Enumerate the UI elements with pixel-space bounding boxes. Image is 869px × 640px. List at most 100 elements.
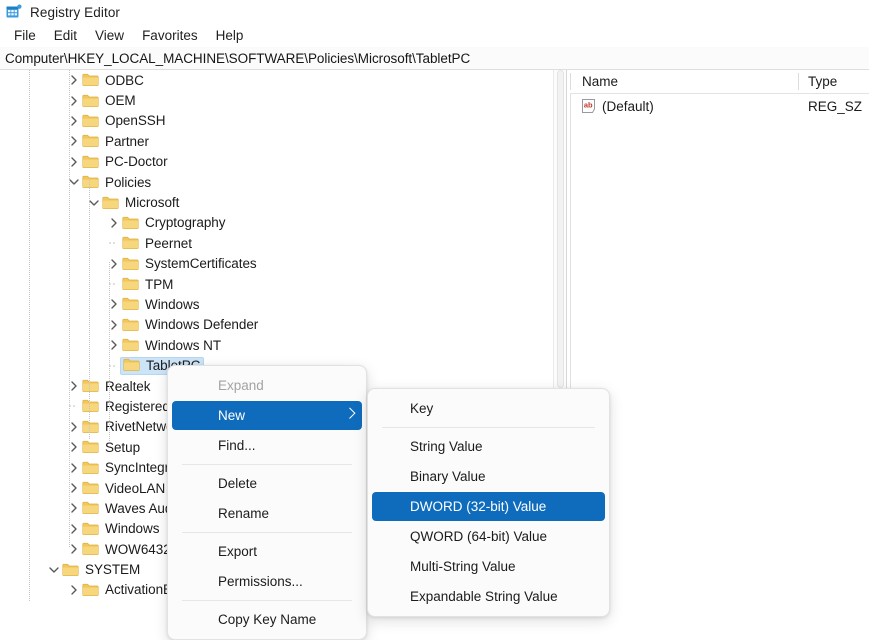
title-bar: Registry Editor xyxy=(0,0,869,24)
new-submenu-item-multi-string-value[interactable]: Multi-String Value xyxy=(372,552,605,581)
menu-item-label: QWORD (64-bit) Value xyxy=(410,529,547,544)
tree-item-oem[interactable]: OEM xyxy=(0,90,553,110)
folder-icon xyxy=(122,216,139,230)
registry-editor-icon xyxy=(6,4,22,20)
tree-item-label: Policies xyxy=(105,175,151,190)
table-row[interactable]: ab (Default) REG_SZ xyxy=(570,94,869,118)
context-menu: ExpandNewFind...DeleteRenameExportPermis… xyxy=(167,365,367,640)
folder-icon xyxy=(122,297,139,311)
tree-item-label: Registered xyxy=(105,399,170,414)
context-menu-item-new[interactable]: New xyxy=(172,401,362,430)
context-menu-item-find[interactable]: Find... xyxy=(172,431,362,460)
tree-item-content: Windows NT xyxy=(122,338,221,353)
folder-icon xyxy=(82,501,99,515)
menu-item-label: Export xyxy=(218,544,257,559)
tree-item-peernet[interactable]: Peernet xyxy=(0,233,553,253)
tree-item-content: OpenSSH xyxy=(82,113,165,128)
folder-icon xyxy=(122,277,139,291)
tree-item-content: Waves Aud xyxy=(82,501,172,516)
folder-icon xyxy=(122,257,139,271)
new-submenu-item-expandable-string-value[interactable]: Expandable String Value xyxy=(372,582,605,611)
tree-item-label: Cryptography xyxy=(145,215,225,230)
tree-item-label: SystemCertificates xyxy=(145,256,257,271)
context-menu-item-export[interactable]: Export xyxy=(172,537,362,566)
menu-item-label: String Value xyxy=(410,439,483,454)
tree-item-openssh[interactable]: OpenSSH xyxy=(0,111,553,131)
tree-item-tpm[interactable]: TPM xyxy=(0,274,553,294)
menu-item-label: Key xyxy=(410,401,433,416)
context-menu-item-rename[interactable]: Rename xyxy=(172,499,362,528)
folder-icon xyxy=(82,399,99,413)
new-submenu-item-qword-64-bit-value[interactable]: QWORD (64-bit) Value xyxy=(372,522,605,551)
value-type-cell: REG_SZ xyxy=(798,99,862,114)
tree-item-content: WOW6432 xyxy=(82,542,171,557)
column-header-type[interactable]: Type xyxy=(798,74,837,89)
tree-item-label: WOW6432 xyxy=(105,542,171,557)
chevron-right-icon[interactable] xyxy=(66,582,82,598)
folder-icon xyxy=(122,318,139,332)
new-submenu-item-dword-32-bit-value[interactable]: DWORD (32-bit) Value xyxy=(372,492,605,521)
tree-item-content: SYSTEM xyxy=(62,562,140,577)
chevron-down-icon[interactable] xyxy=(46,562,62,578)
new-submenu-item-binary-value[interactable]: Binary Value xyxy=(372,462,605,491)
folder-icon xyxy=(82,94,99,108)
tree-item-label: Realtek xyxy=(105,379,150,394)
tree-item-microsoft[interactable]: Microsoft xyxy=(0,192,553,212)
tree-item-windows-nt[interactable]: Windows NT xyxy=(0,335,553,355)
tree-item-content: RivetNetwo xyxy=(82,419,174,434)
menu-help[interactable]: Help xyxy=(207,26,253,45)
tree-item-label: OpenSSH xyxy=(105,113,165,128)
tree-item-windows[interactable]: Windows xyxy=(0,294,553,314)
value-name-text: (Default) xyxy=(602,99,654,114)
tree-item-windows-defender[interactable]: Windows Defender xyxy=(0,315,553,335)
tree-item-content: Policies xyxy=(82,175,151,190)
chevron-right-icon[interactable] xyxy=(106,215,122,231)
address-bar[interactable]: Computer\HKEY_LOCAL_MACHINE\SOFTWARE\Pol… xyxy=(0,47,869,70)
tree-item-label: Windows Defender xyxy=(145,317,258,332)
tree-item-label: VideoLAN xyxy=(105,481,165,496)
context-menu-item-copy-key-name[interactable]: Copy Key Name xyxy=(172,605,362,634)
new-submenu-item-key[interactable]: Key xyxy=(372,394,605,423)
menu-view[interactable]: View xyxy=(86,26,133,45)
tree-item-label: RivetNetwo xyxy=(105,419,174,434)
tree-item-content: Registered xyxy=(82,399,170,414)
menu-file[interactable]: File xyxy=(5,26,45,45)
menu-edit[interactable]: Edit xyxy=(45,26,86,45)
tree-item-systemcertificates[interactable]: SystemCertificates xyxy=(0,254,553,274)
tree-item-label: Windows xyxy=(105,521,159,536)
tree-guide-line xyxy=(69,70,70,548)
folder-icon xyxy=(82,155,99,169)
tree-item-content: SyncIntegra xyxy=(82,460,177,475)
column-divider-left xyxy=(570,73,571,90)
folder-icon xyxy=(82,542,99,556)
tree-item-cryptography[interactable]: Cryptography xyxy=(0,213,553,233)
menu-item-label: Expandable String Value xyxy=(410,589,558,604)
menu-item-label: New xyxy=(218,408,245,423)
column-divider-middle[interactable] xyxy=(798,73,799,90)
new-submenu-item-string-value[interactable]: String Value xyxy=(372,432,605,461)
tree-item-partner[interactable]: Partner xyxy=(0,131,553,151)
tree-guide-line xyxy=(109,262,110,442)
tree-scrollbar-thumb[interactable] xyxy=(557,70,564,388)
tree-item-pc-doctor[interactable]: PC-Doctor xyxy=(0,152,553,172)
tree-item-content: Realtek xyxy=(82,379,150,394)
menu-favorites[interactable]: Favorites xyxy=(133,26,207,45)
context-menu-item-delete[interactable]: Delete xyxy=(172,469,362,498)
column-header-name[interactable]: Name xyxy=(570,74,798,89)
folder-icon xyxy=(82,583,99,597)
tree-item-content: Partner xyxy=(82,134,149,149)
tree-item-label: OEM xyxy=(105,93,136,108)
context-menu-item-permissions[interactable]: Permissions... xyxy=(172,567,362,596)
menu-item-label: Delete xyxy=(218,476,257,491)
tree-item-content: VideoLAN xyxy=(82,481,165,496)
tree-item-label: ODBC xyxy=(105,73,144,88)
menu-separator xyxy=(182,532,352,533)
registry-editor-window: Registry Editor File Edit View Favorites… xyxy=(0,0,869,601)
tree-item-content: PC-Doctor xyxy=(82,154,168,169)
values-pane: Name Type ab (Default) REG_SZ xyxy=(570,70,869,601)
folder-icon xyxy=(82,461,99,475)
tree-item-label: Setup xyxy=(105,440,140,455)
tree-item-odbc[interactable]: ODBC xyxy=(0,70,553,90)
tree-item-label: Waves Aud xyxy=(105,501,172,516)
tree-item-policies[interactable]: Policies xyxy=(0,172,553,192)
